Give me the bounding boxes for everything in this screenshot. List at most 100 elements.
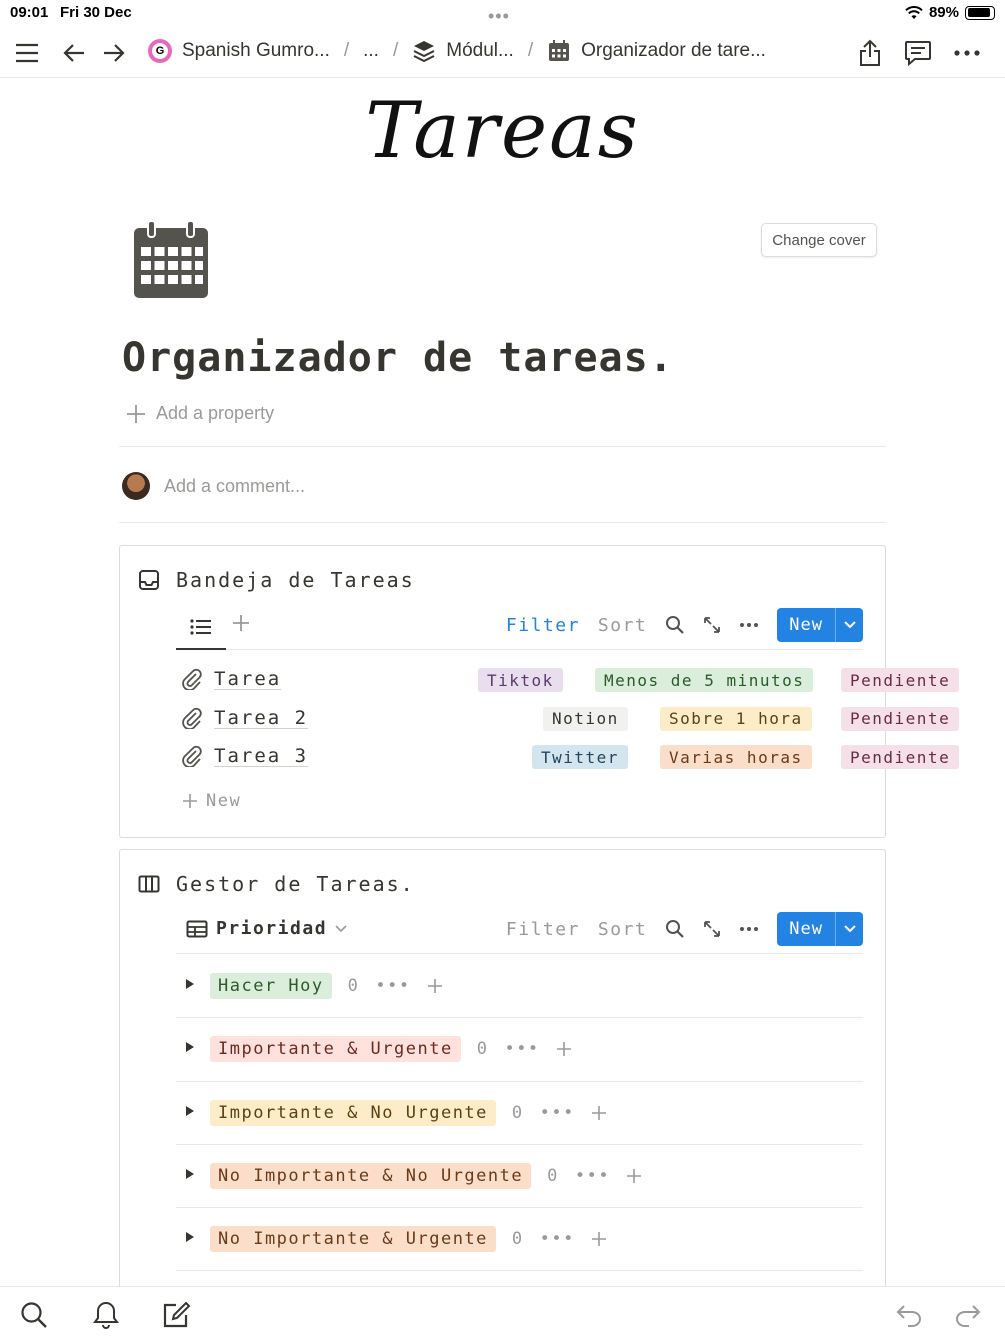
breadcrumb-item-workspace[interactable]: Spanish Gumro... — [182, 40, 330, 62]
plus-icon[interactable] — [626, 1168, 642, 1184]
search-icon[interactable] — [16, 1297, 52, 1333]
wifi-icon — [905, 5, 923, 19]
more-options-icon[interactable] — [739, 622, 759, 628]
list-view-tab[interactable] — [176, 606, 226, 650]
group-more-icon[interactable]: ••• — [540, 1103, 575, 1123]
add-new-row-label: New — [206, 790, 242, 811]
plus-icon[interactable] — [427, 978, 443, 994]
group-count: 0 — [476, 1039, 489, 1060]
change-cover-button[interactable]: Change cover — [761, 223, 877, 257]
group-importante-no-urgente: Importante & No Urgente 0 ••• — [176, 1082, 863, 1145]
platform-tag: Twitter — [532, 745, 628, 769]
share-icon[interactable] — [853, 36, 887, 70]
view-selector-label: Prioridad — [216, 918, 328, 939]
plus-icon — [183, 793, 197, 808]
list-item[interactable]: Tarea 3 Twitter Varias horas Pendiente — [182, 743, 960, 782]
table-icon — [186, 920, 208, 937]
inbox-list: Tarea Tiktok Menos de 5 minutos Pendient… — [182, 666, 960, 820]
compose-icon[interactable] — [158, 1297, 194, 1333]
list-item[interactable]: Tarea 2 Notion Sobre 1 hora Pendiente — [182, 705, 960, 744]
list-item[interactable]: Tarea Tiktok Menos de 5 minutos Pendient… — [182, 666, 960, 705]
search-icon[interactable] — [665, 919, 685, 939]
list-item-title[interactable]: Tarea — [214, 668, 281, 690]
new-button-label: New — [789, 615, 823, 635]
inbox-database-title-row[interactable]: Bandeja de Tareas — [138, 568, 415, 592]
plus-icon[interactable] — [556, 1041, 572, 1057]
chevron-down-icon — [335, 924, 347, 932]
group-count: 0 — [547, 1165, 559, 1186]
breadcrumb-item-module[interactable]: Módul... — [446, 40, 514, 62]
filter-button[interactable]: Filter — [506, 615, 580, 636]
breadcrumb-separator: / — [343, 40, 350, 61]
undo-icon[interactable] — [891, 1297, 927, 1333]
new-button[interactable]: New — [777, 912, 863, 946]
add-comment-input[interactable]: Add a comment... — [164, 476, 305, 497]
plus-icon[interactable] — [591, 1231, 607, 1247]
list-item-title[interactable]: Tarea 3 — [214, 745, 308, 767]
status-right: 89% — [905, 4, 995, 21]
expand-toggle-icon[interactable] — [186, 1232, 194, 1243]
inbox-database-title: Bandeja de Tareas — [176, 568, 415, 592]
expand-icon[interactable] — [703, 616, 721, 634]
group-label[interactable]: No Importante & No Urgente — [210, 1162, 532, 1189]
notifications-bell-icon[interactable] — [88, 1297, 124, 1333]
breadcrumb: G Spanish Gumro... / ... / Módul... / Or… — [148, 39, 766, 63]
group-label[interactable]: No Importante & Urgente — [210, 1226, 496, 1253]
add-new-row-button[interactable]: New — [182, 782, 862, 820]
group-label[interactable]: Importante & Urgente — [210, 1036, 461, 1063]
plus-icon[interactable] — [591, 1105, 607, 1121]
group-more-icon[interactable]: ••• — [504, 1039, 539, 1059]
task-manager-title-row[interactable]: Gestor de Tareas. — [138, 872, 415, 896]
redo-icon[interactable] — [950, 1297, 986, 1333]
breadcrumb-item-ellipsis[interactable]: ... — [363, 40, 379, 62]
add-property-button[interactable]: Add a property — [126, 403, 274, 424]
more-options-icon[interactable] — [950, 36, 984, 70]
breadcrumb-item-current-page[interactable]: Organizador de tare... — [581, 40, 766, 62]
hamburger-menu-icon[interactable] — [10, 36, 44, 70]
view-selector[interactable]: Prioridad — [186, 918, 347, 939]
multitasking-dots-icon[interactable]: ••• — [488, 6, 510, 27]
group-more-icon[interactable]: ••• — [375, 976, 410, 996]
duration-tag: Menos de 5 minutos — [595, 668, 814, 692]
add-comment-row[interactable]: Add a comment... — [122, 472, 305, 500]
expand-toggle-icon[interactable] — [186, 1042, 194, 1053]
sort-button[interactable]: Sort — [598, 919, 647, 940]
chevron-down-icon[interactable] — [835, 608, 863, 642]
back-arrow-icon[interactable] — [57, 36, 91, 70]
group-more-icon[interactable]: ••• — [540, 1229, 575, 1249]
inbox-database: Bandeja de Tareas Filter Sort New Tarea … — [119, 545, 960, 838]
page-calendar-icon[interactable] — [132, 220, 210, 300]
group-more-icon[interactable]: ••• — [575, 1166, 610, 1186]
search-icon[interactable] — [665, 615, 685, 635]
status-bar: 09:01 Fri 30 Dec ••• 89% — [0, 0, 1005, 28]
list-item-title[interactable]: Tarea 2 — [214, 707, 308, 729]
divider — [119, 446, 886, 447]
task-manager-title: Gestor de Tareas. — [176, 872, 415, 896]
expand-toggle-icon[interactable] — [186, 1105, 194, 1116]
expand-toggle-icon[interactable] — [186, 1168, 194, 1179]
board-icon — [138, 875, 160, 893]
more-options-icon[interactable] — [739, 926, 759, 932]
chevron-down-icon[interactable] — [835, 912, 863, 946]
divider — [119, 522, 886, 523]
expand-toggle-icon[interactable] — [186, 979, 194, 989]
group-label[interactable]: Importante & No Urgente — [210, 1099, 496, 1126]
calendar-icon — [549, 40, 570, 61]
expand-icon[interactable] — [703, 920, 721, 938]
group-count: 0 — [511, 1102, 524, 1123]
list-icon — [190, 619, 211, 635]
sort-button[interactable]: Sort — [598, 615, 647, 636]
filter-button[interactable]: Filter — [506, 919, 580, 940]
top-nav-bar: G Spanish Gumro... / ... / Módul... / Or… — [0, 30, 1005, 78]
group-count: 0 — [347, 976, 360, 996]
comments-icon[interactable] — [901, 36, 935, 70]
battery-icon — [965, 5, 995, 20]
forward-arrow-icon[interactable] — [97, 36, 131, 70]
layers-icon — [413, 41, 435, 63]
group-no-importante-urgente: No Importante & Urgente 0 ••• — [176, 1208, 863, 1272]
add-view-icon[interactable] — [232, 612, 250, 638]
group-label[interactable]: Hacer Hoy — [210, 973, 332, 999]
task-manager-toolbar: Prioridad Filter Sort New — [176, 910, 863, 954]
page-title[interactable]: Organizador de tareas. — [122, 335, 674, 381]
new-button[interactable]: New — [777, 608, 863, 642]
